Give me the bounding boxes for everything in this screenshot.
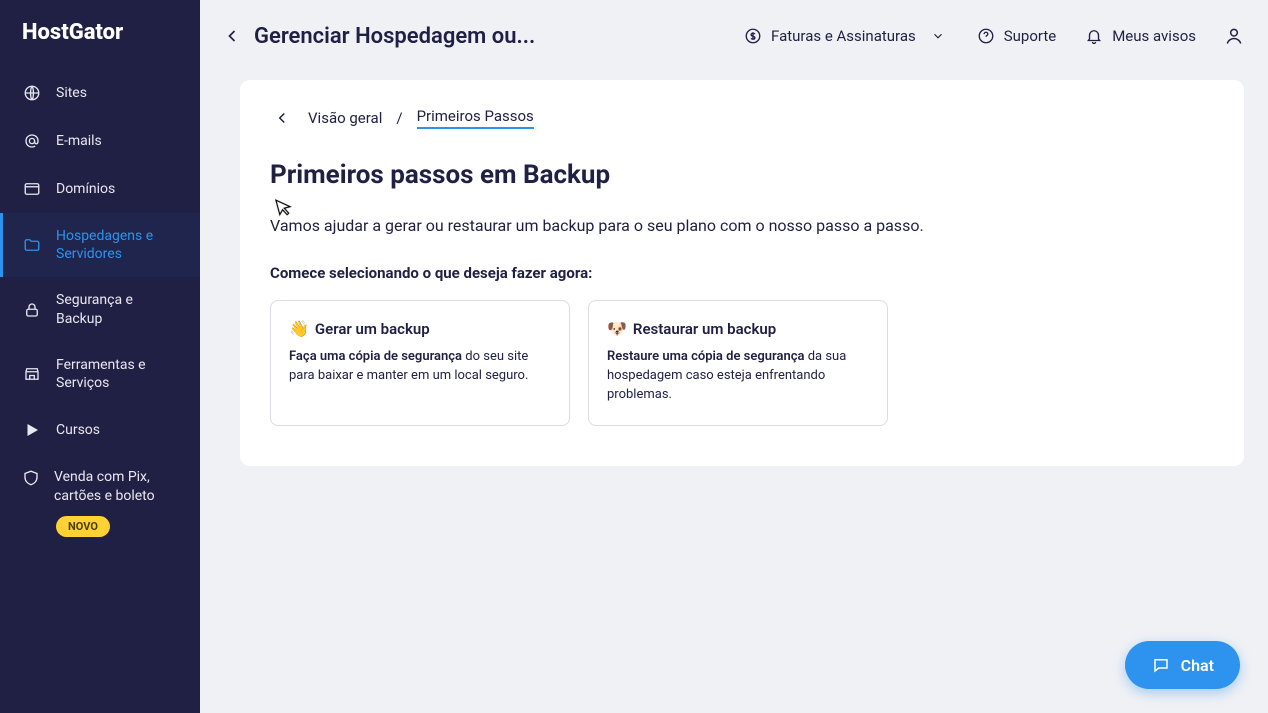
topbar-link-label: Meus avisos (1112, 27, 1196, 45)
card-title-label: Gerar um backup (315, 320, 430, 338)
sidebar-item-label: Cursos (56, 421, 178, 439)
main-area: Gerenciar Hospedagem ou... Faturas e Ass… (200, 0, 1268, 713)
topbar-account[interactable] (1214, 20, 1244, 52)
topbar-invoices[interactable]: Faturas e Assinaturas (733, 20, 958, 52)
sidebar-item-label: Segurança e Backup (56, 291, 178, 327)
sidebar-item-label: Venda com Pix, cartões e boleto (54, 468, 178, 506)
breadcrumb-current: Primeiros Passos (417, 107, 534, 129)
page-lead: Vamos ajudar a gerar ou restaurar um bac… (270, 214, 1214, 238)
bell-icon (1084, 26, 1104, 46)
sidebar-item-courses[interactable]: Cursos (0, 406, 200, 454)
breadcrumb-overview[interactable]: Visão geral (308, 109, 382, 127)
folder-icon (22, 235, 42, 255)
topbar-link-label: Suporte (1004, 27, 1056, 45)
page-subhead: Comece selecionando o que deseja fazer a… (270, 264, 1214, 282)
sidebar-item-label: E-mails (56, 132, 178, 150)
sidebar-item-sites[interactable]: Sites (0, 69, 200, 117)
chat-label: Chat (1181, 656, 1214, 675)
card-title-label: Restaurar um backup (633, 320, 776, 338)
wave-emoji-icon: 👋 (289, 319, 309, 338)
option-cards: 👋 Gerar um backup Faça uma cópia de segu… (270, 300, 1214, 426)
sidebar-item-hosting[interactable]: Hospedagens e Servidores (0, 213, 200, 277)
sidebar-item-label: Hospedagens e Servidores (56, 227, 178, 263)
chat-icon (1151, 655, 1171, 675)
sidebar-item-label: Ferramentas e Serviços (56, 356, 178, 392)
at-icon (22, 131, 42, 151)
play-icon (22, 420, 42, 440)
sidebar-item-label: Sites (56, 84, 178, 102)
topbar: Gerenciar Hospedagem ou... Faturas e Ass… (200, 0, 1268, 72)
sidebar-item-promo[interactable]: Venda com Pix, cartões e boleto NOVO (0, 454, 200, 551)
back-button[interactable] (218, 22, 246, 50)
breadcrumb: Visão geral / Primeiros Passos (270, 106, 1214, 130)
chat-button[interactable]: Chat (1125, 641, 1240, 689)
topbar-support[interactable]: Suporte (966, 20, 1066, 52)
content-card: Visão geral / Primeiros Passos Primeiros… (240, 80, 1244, 466)
help-circle-icon (976, 26, 996, 46)
page-heading: Gerenciar Hospedagem ou... (254, 24, 535, 49)
card-generate-backup[interactable]: 👋 Gerar um backup Faça uma cópia de segu… (270, 300, 570, 426)
topbar-notices[interactable]: Meus avisos (1074, 20, 1206, 52)
dog-emoji-icon: 🐶 (607, 319, 627, 338)
shield-icon (22, 468, 40, 488)
card-restore-backup[interactable]: 🐶 Restaurar um backup Restaure uma cópia… (588, 300, 888, 426)
sidebar-item-label: Domínios (56, 180, 178, 198)
dollar-circle-icon (743, 26, 763, 46)
brand-logo: HostGator (0, 20, 200, 69)
sidebar-item-tools[interactable]: Ferramentas e Serviços (0, 342, 200, 406)
topbar-link-label: Faturas e Assinaturas (771, 27, 916, 45)
sidebar-item-emails[interactable]: E-mails (0, 117, 200, 165)
breadcrumb-back-button[interactable] (270, 106, 294, 130)
chevron-down-icon (928, 26, 948, 46)
new-badge: NOVO (56, 516, 110, 537)
card-description: Restaure uma cópia de segurança da sua h… (607, 348, 869, 405)
sidebar-item-domains[interactable]: Domínios (0, 165, 200, 213)
page-title: Primeiros passos em Backup (270, 160, 1214, 190)
sidebar-item-security[interactable]: Segurança e Backup (0, 277, 200, 341)
user-icon (1224, 26, 1244, 46)
lock-icon (22, 300, 42, 320)
window-icon (22, 179, 42, 199)
sidebar: HostGator Sites E-mails Domínios Hospeda… (0, 0, 200, 713)
store-icon (22, 364, 42, 384)
card-description: Faça uma cópia de segurança do seu site … (289, 348, 551, 386)
breadcrumb-separator: / (396, 109, 402, 127)
globe-icon (22, 83, 42, 103)
